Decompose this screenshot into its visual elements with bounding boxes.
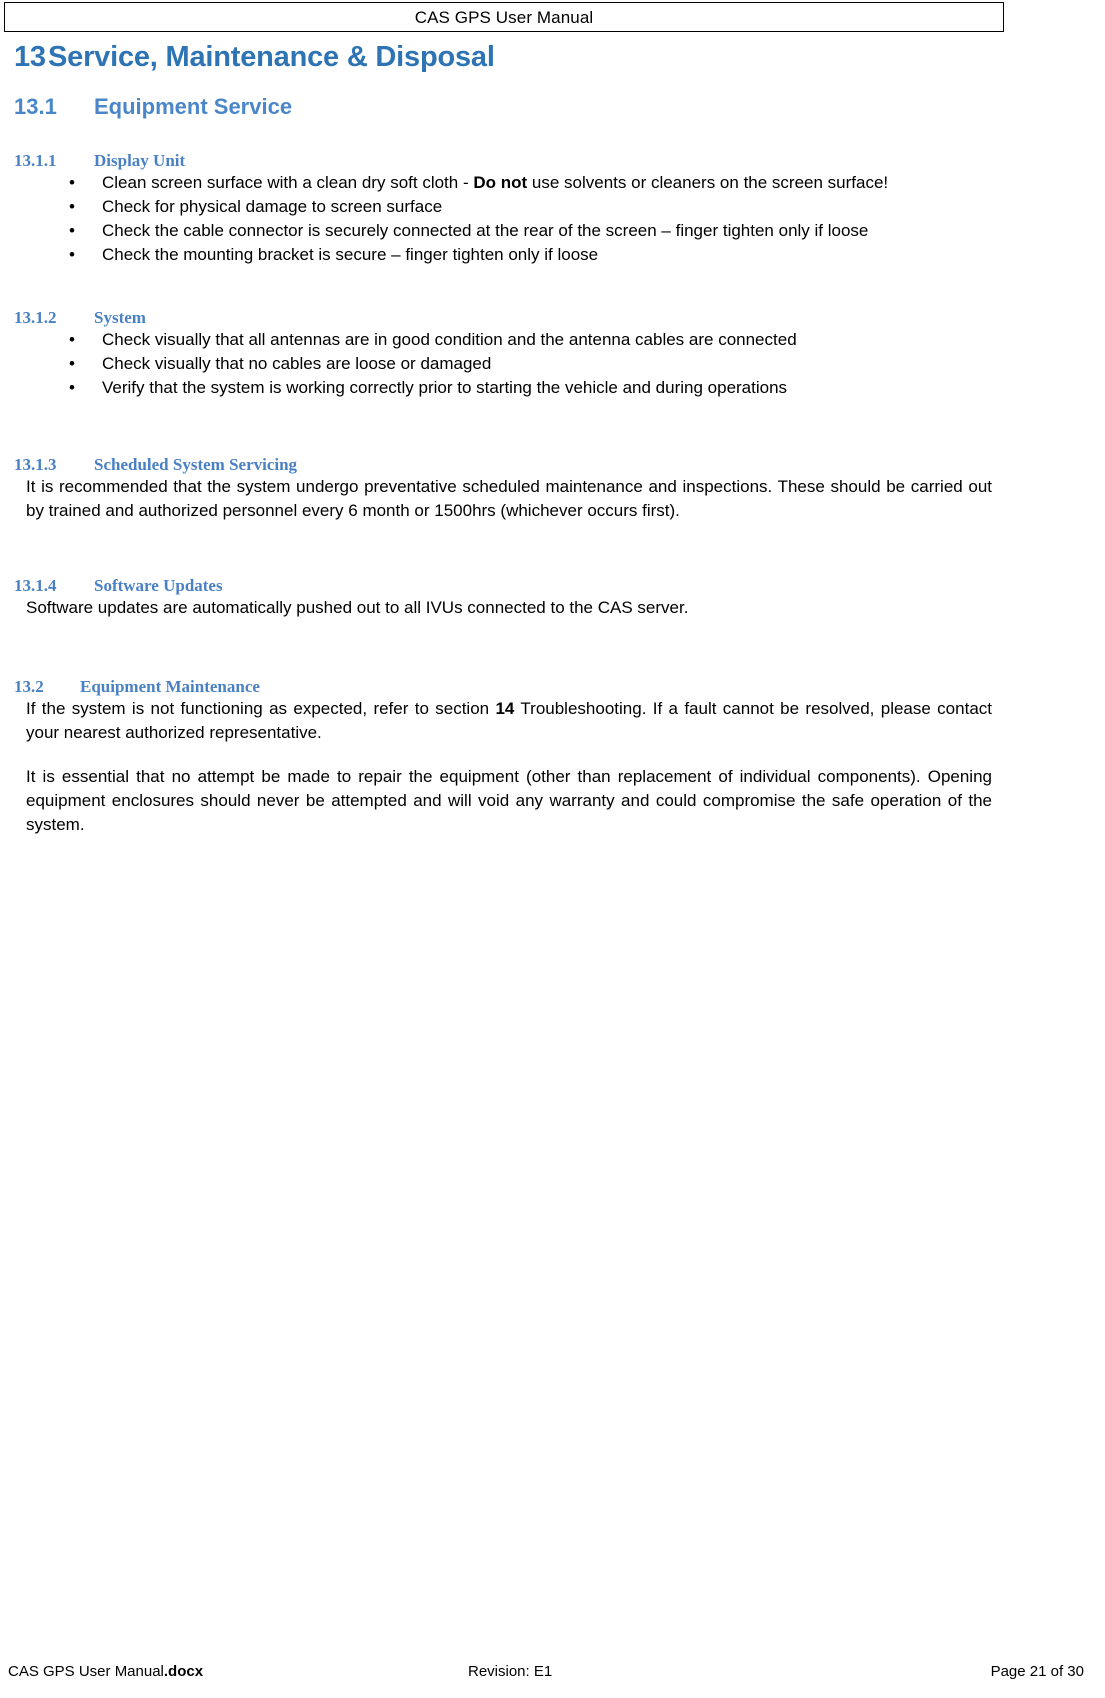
- list-item: • Clean screen surface with a clean dry s…: [14, 171, 1002, 195]
- list-item: • Check the mounting bracket is secure – …: [14, 243, 1002, 267]
- list-item-text: Verify that the system is working correc…: [102, 378, 788, 397]
- paragraph-maintenance-2: It is essential that no attempt be made …: [26, 767, 992, 834]
- list-item-text: Check the mounting bracket is secure – f…: [102, 245, 599, 264]
- bullet-list-display-unit: • Clean screen surface with a clean dry s…: [14, 171, 1004, 267]
- list-item: • Check the cable connector is securely c…: [14, 219, 1002, 243]
- heading-13-1-2-number: 13.1.2: [14, 308, 57, 327]
- heading-13-1-3-title: Scheduled System Servicing: [94, 455, 298, 474]
- footer-page-number: Page 21 of 30: [990, 1663, 1084, 1680]
- footer-revision: Revision: E1: [468, 1663, 553, 1680]
- bullet-icon: •: [69, 378, 75, 397]
- bullet-icon: •: [69, 197, 75, 216]
- heading-13-1-title: Equipment Service: [94, 94, 293, 119]
- bullet-icon: •: [69, 330, 75, 349]
- heading-13-1-2-title: System: [94, 308, 146, 327]
- bullet-icon: •: [69, 354, 75, 373]
- paragraph-maintenance-1-pre: If the system is not functioning as expe…: [26, 699, 496, 718]
- heading-13-1-3-number: 13.1.3: [14, 455, 57, 474]
- heading-13-2: 13.2 Equipment Maintenance: [14, 676, 1004, 697]
- heading-13: 13 Service, Maintenance & Disposal: [14, 40, 1004, 74]
- heading-13-2-number: 13.2: [14, 677, 44, 696]
- list-item-text-post: use solvents or cleaners on the screen s…: [527, 173, 889, 192]
- page-footer: CAS GPS User Manual.docx Revision: E1 Pa…: [8, 1663, 1098, 1680]
- paragraph-maintenance-1: If the system is not functioning as expe…: [26, 697, 992, 745]
- heading-13-1-1: 13.1.1 Display Unit: [14, 150, 1004, 171]
- list-item-text-pre: Clean screen surface with a clean dry so…: [102, 173, 474, 192]
- heading-13-1-2: 13.1.2 System: [14, 307, 1004, 328]
- footer-filename: CAS GPS User Manual.docx: [8, 1663, 468, 1680]
- paragraph-scheduled-servicing: It is recommended that the system underg…: [26, 477, 992, 520]
- list-item: • Check visually that no cables are loose…: [14, 352, 1002, 376]
- bullet-list-system: • Check visually that all antennas are in…: [14, 328, 1004, 400]
- paragraph-maintenance-1-bold: 14: [495, 699, 515, 718]
- document-page: CAS GPS User Manual 13 Service, Maintena…: [0, 0, 1105, 1698]
- bullet-icon: •: [69, 245, 75, 264]
- list-item: • Verify that the system is working corre…: [14, 376, 1002, 400]
- heading-13-1-3: 13.1.3 Scheduled System Servicing: [14, 454, 1004, 475]
- bullet-icon: •: [69, 173, 75, 192]
- bullet-icon: •: [69, 221, 75, 240]
- heading-13-number: 13: [14, 41, 46, 73]
- heading-13-1-4-number: 13.1.4: [14, 576, 57, 595]
- heading-13-1-4-title: Software Updates: [94, 576, 223, 595]
- list-item-text: Check visually that all antennas are in …: [102, 330, 797, 349]
- list-item-text: Check the cable connector is securely co…: [102, 221, 869, 240]
- page-header: CAS GPS User Manual: [4, 2, 1004, 32]
- list-item-text-bold: Do not: [473, 173, 528, 192]
- paragraph-software-updates: Software updates are automatically pushe…: [26, 598, 689, 617]
- heading-13-1-4: 13.1.4 Software Updates: [14, 575, 1004, 596]
- footer-filename-ext: .docx: [163, 1663, 204, 1680]
- list-item-text: Check for physical damage to screen surf…: [102, 197, 443, 216]
- heading-13-title: Service, Maintenance & Disposal: [48, 41, 495, 73]
- footer-filename-base: CAS GPS User Manual: [8, 1663, 164, 1680]
- document-body: 13 Service, Maintenance & Disposal 13.1 …: [14, 40, 1004, 837]
- list-item-text: Check visually that no cables are loose …: [102, 354, 492, 373]
- header-title: CAS GPS User Manual: [414, 7, 594, 27]
- heading-13-1-number: 13.1: [14, 94, 57, 119]
- heading-13-2-title: Equipment Maintenance: [80, 677, 260, 696]
- heading-13-1: 13.1 Equipment Service: [14, 94, 1004, 120]
- list-item: • Check visually that all antennas are in…: [14, 328, 1002, 352]
- heading-13-1-1-title: Display Unit: [94, 151, 186, 170]
- heading-13-1-1-number: 13.1.1: [14, 151, 57, 170]
- list-item: • Check for physical damage to screen sur…: [14, 195, 1002, 219]
